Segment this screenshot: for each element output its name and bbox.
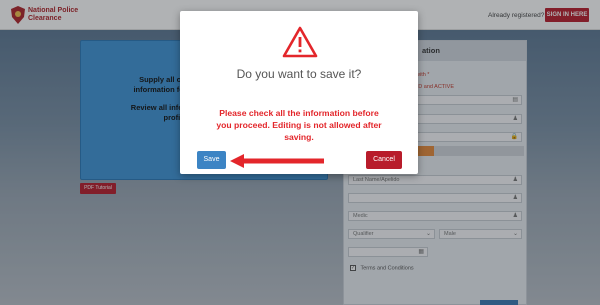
warning-line-1: Please check all the information before bbox=[219, 108, 379, 118]
warning-triangle-icon bbox=[282, 26, 318, 58]
dialog-title: Do you want to save it? bbox=[236, 67, 362, 81]
save-button[interactable]: Save bbox=[197, 151, 226, 169]
warning-line-2: you proceed. Editing is not allowed afte… bbox=[216, 120, 382, 130]
save-confirm-dialog: Do you want to save it? Please check all… bbox=[180, 11, 418, 174]
warning-line-3: saving. bbox=[284, 132, 314, 142]
red-arrow-annotation bbox=[230, 154, 324, 168]
cancel-button[interactable]: Cancel bbox=[366, 151, 402, 169]
dialog-warning-text: Please check all the information before … bbox=[194, 107, 404, 143]
